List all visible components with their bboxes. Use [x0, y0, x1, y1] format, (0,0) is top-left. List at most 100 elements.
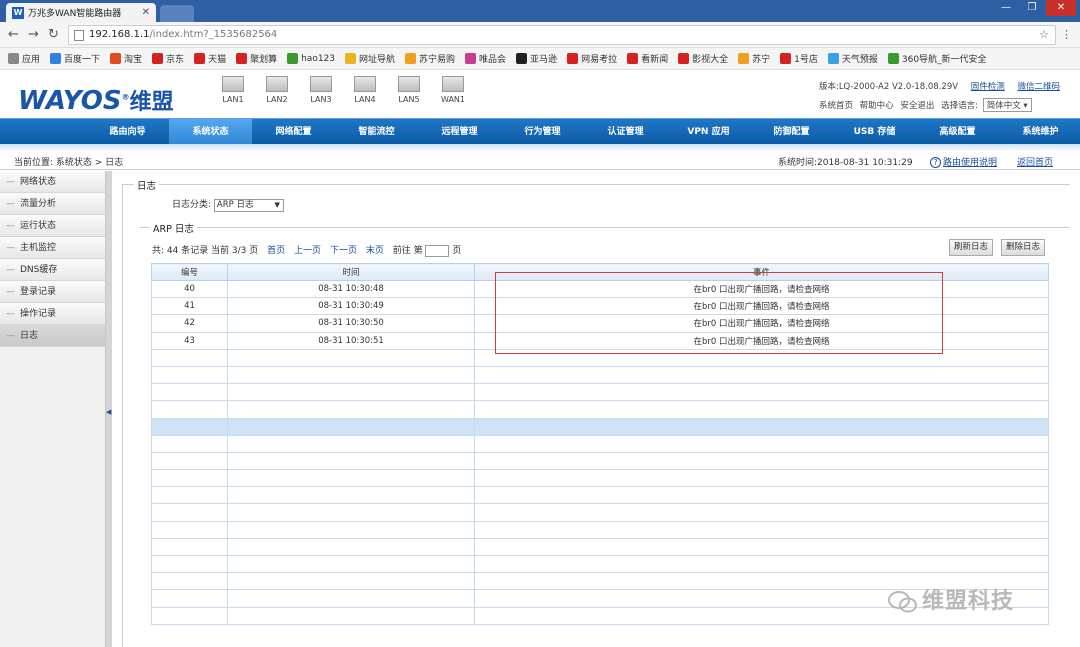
sys-home-link[interactable]: 系统首页: [819, 101, 853, 111]
window-close-icon[interactable]: ✕: [1046, 0, 1076, 16]
browser-tab[interactable]: W 万兆多WAN智能路由器 ✕: [6, 3, 156, 22]
sidebar-label: 日志: [20, 331, 39, 341]
help-center-link[interactable]: 帮助中心: [860, 101, 894, 111]
delete-log-button[interactable]: 删除日志: [1001, 239, 1046, 256]
safe-exit-link[interactable]: 安全退出: [900, 101, 934, 111]
menu-item[interactable]: 智能流控: [335, 119, 418, 145]
bookmark-icon: [110, 53, 122, 64]
bookmark-icon: [678, 53, 690, 64]
cell-id: [151, 469, 228, 488]
sidebar-item[interactable]: — 运行状态: [0, 215, 105, 237]
bookmark-icon: [627, 53, 639, 64]
menu-item[interactable]: 认证管理: [584, 119, 667, 145]
pager-prev[interactable]: 上一页: [294, 246, 321, 256]
table-row: [151, 451, 1049, 471]
bookmark-item[interactable]: 天猫: [194, 52, 226, 65]
bookmark-item[interactable]: 网易考拉: [567, 52, 617, 65]
menu-item[interactable]: 系统状态: [169, 119, 252, 145]
pager-next[interactable]: 下一页: [330, 246, 357, 256]
bookmark-item[interactable]: 亚马逊: [516, 52, 557, 65]
minimize-icon[interactable]: —: [994, 0, 1018, 16]
bookmark-item[interactable]: 天气预报: [827, 52, 878, 65]
browser-menu-icon[interactable]: ⋮: [1061, 28, 1072, 41]
sidebar-item[interactable]: — 日志: [0, 325, 105, 347]
firmware-check-link[interactable]: 固件检测: [971, 82, 1005, 92]
sidebar-item[interactable]: — 网络状态: [0, 171, 105, 193]
watermark-text: 维盟科技: [922, 589, 1015, 614]
language-select[interactable]: 简体中文 ▾: [982, 98, 1032, 112]
menu-item[interactable]: USB 存储: [833, 119, 916, 145]
maximize-icon[interactable]: ❐: [1020, 0, 1044, 16]
address-bar: ← → ↻ 192.168.1.1/index.htm?_1535682564 …: [0, 22, 1080, 48]
sidebar-collapse[interactable]: ◀: [106, 171, 112, 647]
menu-item[interactable]: 高级配置: [916, 119, 999, 145]
breadcrumb: 当前位置: 系统状态 > 日志: [14, 158, 124, 168]
menu-item[interactable]: 行为管理: [501, 119, 584, 145]
bookmark-item[interactable]: 苏宁易购: [405, 52, 455, 65]
bookmark-item[interactable]: 影视大全: [678, 52, 728, 65]
bookmark-item[interactable]: 应用: [8, 52, 40, 65]
bookmark-item[interactable]: 苏宁: [738, 52, 770, 65]
forward-icon[interactable]: →: [28, 27, 39, 42]
url-host: 192.168.1.1: [89, 29, 150, 40]
bookmark-star-icon[interactable]: ☆: [1039, 26, 1049, 44]
sidebar-item[interactable]: — 登录记录: [0, 281, 105, 303]
port-icon: [442, 76, 464, 92]
log-category-select[interactable]: ARP 日志 ▼: [213, 199, 284, 212]
page-number-input[interactable]: [425, 244, 450, 257]
logo-cn: 维盟: [129, 90, 174, 115]
refresh-log-button[interactable]: 刷新日志: [949, 239, 994, 256]
wechat-qr-link[interactable]: 微信二维码: [1017, 82, 1060, 92]
bookmark-item[interactable]: 京东: [152, 52, 184, 65]
menu-item[interactable]: 防御配置: [750, 119, 833, 145]
menu-item[interactable]: 网络配置: [252, 119, 335, 145]
sidebar: — 网络状态 — 流量分析 — 运行状态 — 主机监控 — DNS缓存 — 登录记录 — 操作记录 — 日志: [0, 171, 106, 647]
bookmark-item[interactable]: 聚划算: [236, 52, 277, 65]
port-lan4: LAN4: [350, 76, 380, 104]
table-row: [151, 365, 1049, 385]
bookmark-item[interactable]: 淘宝: [110, 52, 142, 65]
menu-item[interactable]: 系统维护: [999, 119, 1080, 145]
bookmark-item[interactable]: 百度一下: [50, 52, 100, 65]
collapse-arrow-icon: ◀: [106, 408, 112, 416]
bookmark-label: 天气预报: [841, 55, 878, 65]
bookmark-item[interactable]: 360导航_新一代安全: [887, 52, 987, 65]
menu-item[interactable]: 路由向导: [86, 119, 169, 145]
sidebar-item[interactable]: — 主机监控: [0, 237, 105, 259]
bookmark-item[interactable]: 网址导航: [345, 52, 395, 65]
sidebar-item[interactable]: — 流量分析: [0, 193, 105, 215]
pager-last[interactable]: 末页: [366, 246, 384, 256]
bookmark-icon: [465, 53, 477, 64]
port-label: LAN4: [354, 95, 376, 104]
pager-first[interactable]: 首页: [267, 246, 285, 256]
sidebar-item[interactable]: — DNS缓存: [0, 259, 105, 281]
reload-icon[interactable]: ↻: [48, 27, 59, 42]
bookmark-item[interactable]: hao123: [287, 53, 335, 64]
bookmark-item[interactable]: 唯品会: [465, 52, 506, 65]
sidebar-item[interactable]: — 操作记录: [0, 303, 105, 325]
dash-icon: —: [6, 177, 15, 187]
new-tab-button[interactable]: [160, 5, 194, 22]
help-link[interactable]: ? 路由使用说明: [930, 155, 997, 168]
lang-value: 简体中文: [986, 101, 1021, 111]
port-wan1: WAN1: [438, 76, 468, 104]
close-tab-icon[interactable]: ✕: [142, 7, 150, 18]
pager-summary: 共: 44 条记录 当前 3/3 页: [152, 246, 259, 256]
cell-time: 08-31 10:30:50: [227, 314, 475, 333]
bookmark-icon: [827, 53, 839, 64]
menu-item[interactable]: 远程管理: [418, 119, 501, 145]
bookmark-item[interactable]: 看新闻: [627, 52, 668, 65]
cell-id: 42: [151, 314, 228, 333]
menu-item[interactable]: VPN 应用: [667, 119, 750, 145]
cell-time: [227, 469, 475, 488]
bookmark-item[interactable]: 1号店: [780, 52, 818, 65]
bookmark-icon: [567, 53, 579, 64]
question-icon: ?: [930, 157, 941, 168]
cell-time: [227, 554, 475, 574]
bookmark-label: 应用: [22, 55, 41, 65]
sidebar-label: 流量分析: [20, 199, 57, 209]
back-icon[interactable]: ←: [8, 27, 19, 42]
col-event: 事件: [474, 263, 1049, 281]
url-input[interactable]: 192.168.1.1/index.htm?_1535682564 ☆: [68, 25, 1056, 45]
home-link[interactable]: 返回首页: [1017, 155, 1053, 168]
